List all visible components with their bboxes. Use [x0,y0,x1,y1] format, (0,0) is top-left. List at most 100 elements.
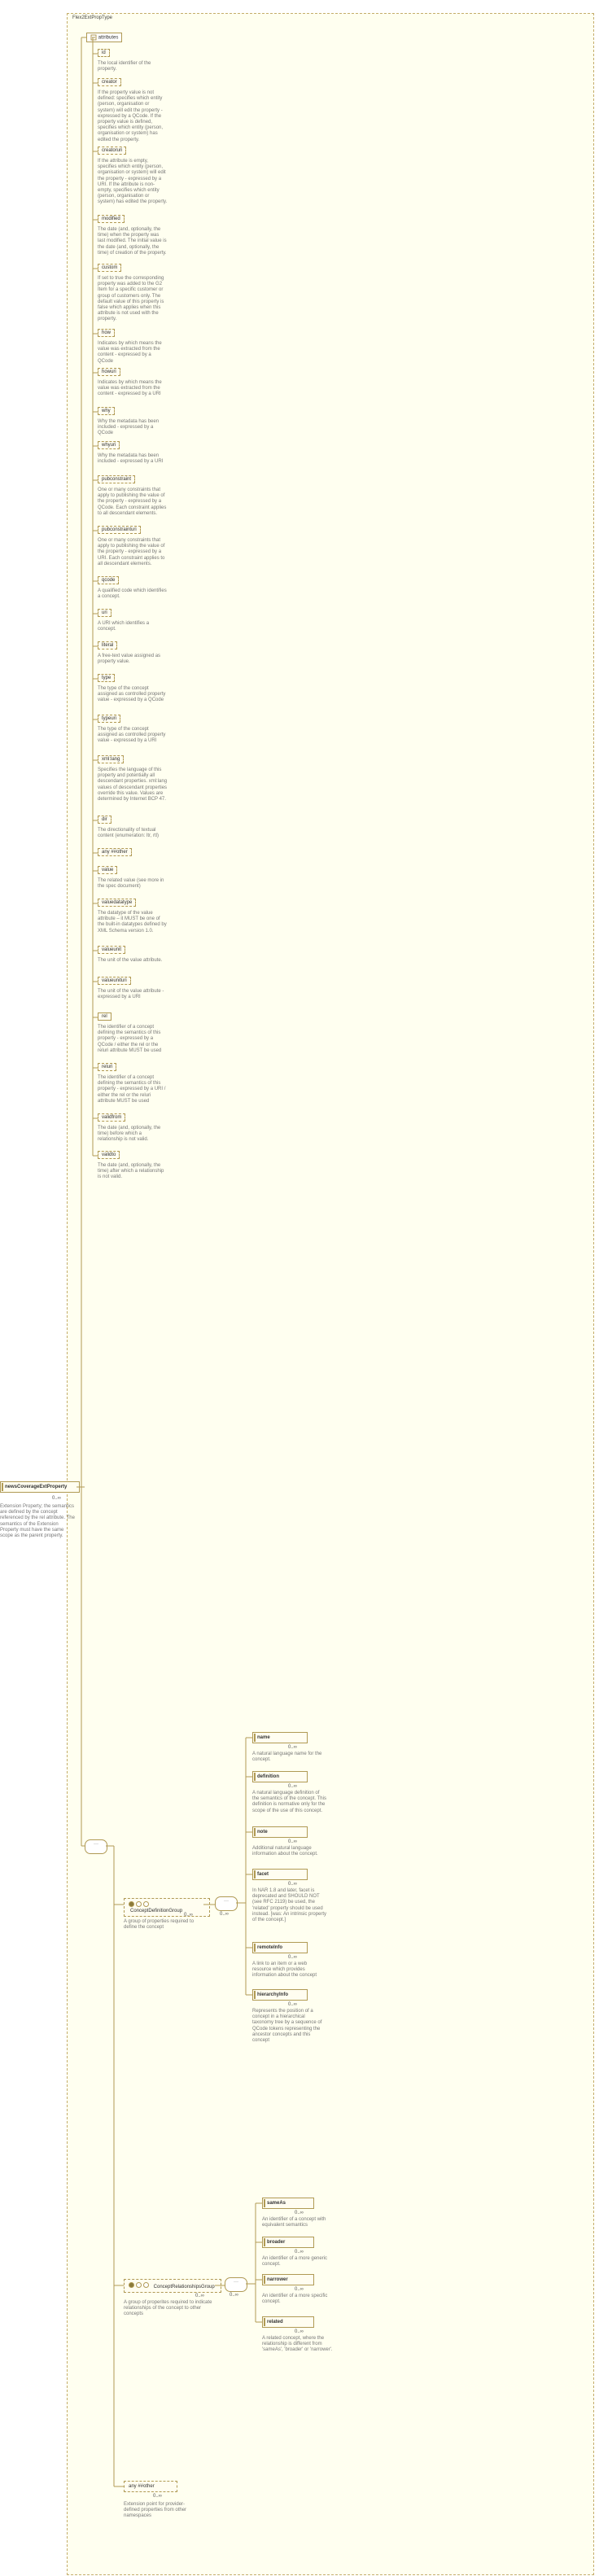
attr-doc: A URI which identifies a concept. [98,621,168,632]
main-card: 0..∞ [52,1496,61,1501]
card: 0..∞ [288,2002,297,2007]
attr-doc: Indicates by which means the value was e… [98,341,168,365]
attr-reluri: reluri [98,1063,116,1071]
attr-value: value [98,866,117,874]
attr-valuedatatype: valuedatatype [98,899,136,907]
cdg-name[interactable]: name [252,1732,308,1743]
attr-doc: Specifies the language of this property … [98,768,168,803]
any-other-doc: Extension point for provider-defined pro… [124,2502,189,2520]
attr-any---other: any ##other [98,848,132,856]
attr-literal: literal [98,641,117,649]
attr-doc: The type of the concept assigned as cont… [98,686,168,704]
cdg-seq-card: 0..∞ [220,1912,229,1917]
any-other[interactable]: any ##other [124,2481,177,2492]
main-element-name: newsCoverageExtProperty [5,1485,67,1489]
card: 0..∞ [288,1784,297,1789]
attr-creator: creator [98,78,121,86]
attr-qcode: qcode [98,576,119,584]
sequence-compositor: ··· [85,1839,107,1854]
attr-whyuri: whyuri [98,441,120,449]
attr-doc: One or many constraints that apply to pu… [98,488,168,517]
cdg-remoteInfo[interactable]: remoteInfo [252,1942,308,1953]
attr-type: type [98,674,115,682]
attr-valueunit: valueunit [98,946,125,954]
card: 0..∞ [288,1745,297,1750]
main-doc: Extension Property; the semantics are de… [0,1504,75,1539]
attr-doc: The unit of the value attribute - expres… [98,989,168,1000]
cdg-card: 0..∞ [184,1913,193,1918]
attr-why: why [98,407,115,415]
crg-name: ConceptRelationshipsGroup [154,2285,215,2290]
card: 0..∞ [288,1882,297,1887]
attr-doc: A free-text value assigned as property v… [98,654,168,665]
any-other-label: any ##other [129,2484,155,2489]
cdg-note[interactable]: note [252,1826,308,1838]
attr-doc: One or many constraints that apply to pu… [98,538,168,567]
cdg-name: ConceptDefinitionGroup [130,1909,182,1913]
child-doc: Additional natural language information … [252,1846,327,1857]
attr-xml-lang: xml:lang [98,755,124,763]
attr-pubconstraint: pubconstraint [98,475,135,483]
attr-doc: The date (and, optionally, the time) whe… [98,227,168,256]
child-doc: A natural language name for the concept. [252,1752,327,1763]
attr-pubconstrainturi: pubconstrainturi [98,526,141,534]
attr-doc: Why the metadata has been included - exp… [98,453,168,465]
attr-doc: The identifier of a concept defining the… [98,1075,168,1104]
cdg-facet[interactable]: facet [252,1869,308,1880]
card: 0..∞ [295,2250,304,2255]
child-doc: A natural language definition of the sem… [252,1791,327,1814]
attr-doc: The type of the concept assigned as cont… [98,727,168,745]
card: 0..∞ [295,2329,304,2334]
cdg-doc: A group of properties required to define… [124,1919,205,1931]
card: 0..∞ [295,2287,304,2292]
attr-how: how [98,329,115,337]
child-doc: A related concept, where the relationshi… [262,2336,337,2354]
child-doc: An identifier of a more generic concept. [262,2256,337,2268]
attr-custom: custom [98,264,121,272]
card: 0..∞ [288,1839,297,1844]
attr-doc: The date (and, optionally, the time) bef… [98,1126,168,1144]
child-doc: A link to an item or a web resource whic… [252,1962,327,1979]
crg-sameAs[interactable]: sameAs [262,2198,314,2209]
cdg-hierarchyInfo[interactable]: hierarchyInfo [252,1989,308,2001]
attr-doc: If set to true the corresponding propert… [98,276,168,323]
attr-doc: A qualified code which identifies a conc… [98,588,168,600]
attr-modified: modified [98,215,125,223]
attr-doc: If the property value is not defined: sp… [98,90,168,143]
attributes-label: attributes [98,36,119,41]
attr-doc: The identifier of a concept defining the… [98,1025,168,1054]
crg-related[interactable]: related [262,2316,314,2328]
card: 0..∞ [288,1955,297,1960]
crg-doc: A group of properites required to indica… [124,2300,215,2318]
attr-validto: validto [98,1151,120,1159]
attr-creatoruri: creatoruri [98,147,126,155]
attr-uri: uri [98,609,111,617]
crg-seq: ··· [225,2277,247,2292]
cdg-definition[interactable]: definition [252,1771,308,1782]
attr-typeuri: typeuri [98,715,120,723]
child-doc: In NAR 1.8 and later, facet is deprecate… [252,1888,327,1923]
crg-broader[interactable]: broader [262,2237,314,2248]
attr-validfrom: validfrom [98,1113,125,1122]
child-doc: Represents the position of a concept in … [252,2009,327,2044]
concept-relationships-group[interactable]: ConceptRelationshipsGroup [124,2279,221,2293]
child-doc: An identifier of a more specific concept… [262,2294,337,2305]
attributes-header: attributes [86,33,122,42]
type-name: Flex2ExtPropType [72,15,112,20]
attr-id: id [98,49,110,57]
attr-valueunituri: valueunituri [98,977,131,985]
concept-definition-group[interactable]: ConceptDefinitionGroup [124,1898,210,1917]
attr-doc: Why the metadata has been included - exp… [98,419,168,437]
attr-howuri: howuri [98,368,120,376]
crg-seq-card: 0..∞ [230,2293,238,2298]
attr-doc: Indicates by which means the value was e… [98,380,168,398]
crg-narrower[interactable]: narrower [262,2274,314,2285]
cdg-seq: ··· [215,1896,238,1911]
attr-doc: The datatype of the value attribute – it… [98,911,168,934]
attr-doc: The unit of the value attribute. [98,958,168,964]
attr-doc: The date (and, optionally, the time) aft… [98,1163,168,1181]
main-element[interactable]: newsCoverageExtProperty [0,1481,80,1493]
crg-card: 0..∞ [195,2294,204,2298]
attr-doc: The directionality of textual content (e… [98,828,168,839]
attr-doc: The related value (see more in the spec … [98,878,168,890]
